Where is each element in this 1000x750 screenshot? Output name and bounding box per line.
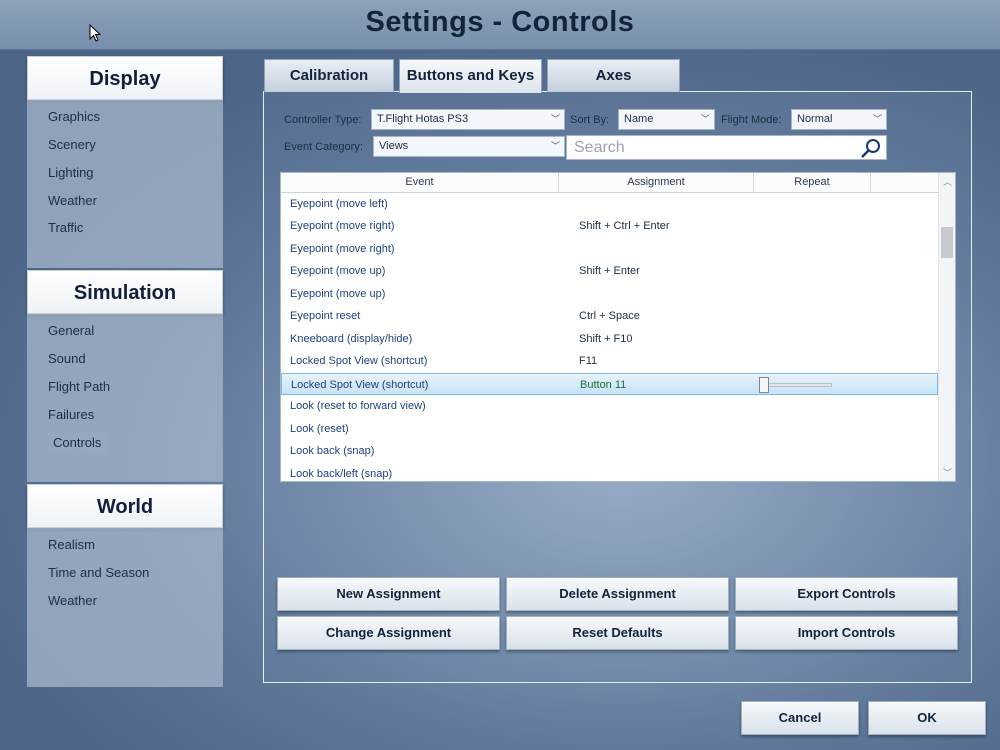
repeat-slider-thumb[interactable] [759,376,769,393]
sort-by-value: Name [624,113,654,125]
assignment-cell: Shift + Enter [579,265,640,277]
assignments-table: Event Assignment Repeat Eyepoint (move l… [280,172,956,482]
assignment-cell: F11 [579,355,598,367]
table-row[interactable]: Eyepoint (move right) Shift + Ctrl + Ente… [281,215,938,238]
export-controls-button[interactable]: Export Controls [735,577,958,611]
sidebar-item-weather-world[interactable]: Weather [48,590,97,612]
sidebar-item-graphics[interactable]: Graphics [48,106,100,128]
tab-axes[interactable]: Axes [547,59,680,92]
sidebar-item-failures[interactable]: Failures [48,404,94,426]
change-assignment-button[interactable]: Change Assignment [277,616,500,650]
controller-type-select[interactable]: T.Flight Hotas PS3 ﹀ [371,109,565,130]
table-row[interactable]: Locked Spot View (shortcut) F11 [281,350,938,373]
table-row-selected[interactable]: Locked Spot View (shortcut) Button 11 [281,372,938,395]
event-cell: Look back (snap) [290,445,375,457]
table-row[interactable]: Look back/left (snap) [281,463,938,482]
delete-assignment-button[interactable]: Delete Assignment [506,577,729,611]
table-row[interactable]: Eyepoint (move right) [281,238,938,261]
sidebar-item-lighting[interactable]: Lighting [48,162,94,184]
event-category-label: Event Category: [284,141,363,153]
chevron-down-icon: ﹀ [550,141,560,151]
assignment-cell: Button 11 [580,378,627,391]
column-header-repeat[interactable]: Repeat [754,176,870,188]
event-cell: Look (reset) [290,422,349,435]
assignment-cell: Shift + Ctrl + Enter [579,220,670,232]
ok-button[interactable]: OK [868,701,986,735]
column-header-event[interactable]: Event [281,176,558,188]
search-placeholder: Search [574,139,625,156]
sort-by-select[interactable]: Name ﹀ [618,109,715,130]
event-category-select[interactable]: Views ﹀ [373,136,565,157]
tab-buttons-and-keys[interactable]: Buttons and Keys [399,59,542,93]
search-icon[interactable] [860,138,882,158]
event-cell: Look (reset to forward view) [290,400,426,412]
sidebar-item-traffic[interactable]: Traffic [48,217,83,239]
sidebar-item-scenery[interactable]: Scenery [48,134,96,156]
sidebar-item-controls[interactable]: Controls [47,432,109,454]
sidebar-item-sound[interactable]: Sound [48,348,86,370]
tab-calibration[interactable]: Calibration [264,59,394,92]
scrollbar-thumb[interactable] [941,227,953,258]
window-title: Settings - Controls [365,6,635,38]
import-controls-button[interactable]: Import Controls [735,616,958,650]
event-cell: Eyepoint (move right) [290,220,395,232]
table-row[interactable]: Look back (snap) [281,440,938,463]
sidebar-panel-display: Graphics Scenery Lighting Weather Traffi… [27,100,223,268]
event-cell: Eyepoint (move up) [290,265,386,277]
sidebar-item-flight-path[interactable]: Flight Path [48,376,110,398]
table-row[interactable]: Kneeboard (display/hide) Shift + F10 [281,328,938,351]
table-header: Event Assignment Repeat [281,173,938,193]
sidebar-panel-simulation: General Sound Flight Path Failures Contr… [27,314,223,482]
controller-type-value: T.Flight Hotas PS3 [377,113,469,125]
event-category-value: Views [379,140,409,152]
column-header-assignment[interactable]: Assignment [559,176,753,188]
sidebar-heading-display[interactable]: Display [27,56,223,100]
event-cell: Eyepoint (move right) [290,242,395,255]
table-row[interactable]: Eyepoint (move up) [281,283,938,306]
mouse-cursor-icon [89,24,101,42]
sidebar-panel-world: Realism Time and Season Weather [27,528,223,687]
table-row[interactable]: Look (reset) [281,418,938,441]
event-cell: Locked Spot View (shortcut) [290,355,428,367]
table-row[interactable]: Look (reset to forward view) [281,395,938,418]
event-cell: Locked Spot View (shortcut) [291,378,429,391]
chevron-down-icon: ﹀ [700,114,710,124]
new-assignment-button[interactable]: New Assignment [277,577,500,611]
vertical-scrollbar[interactable]: ︿ ﹀ [938,173,955,481]
cancel-button[interactable]: Cancel [741,701,859,735]
sort-by-label: Sort By: [570,114,610,126]
column-divider [870,173,871,193]
table-row[interactable]: Eyepoint (move left) [281,193,938,216]
sidebar-item-weather[interactable]: Weather [48,190,97,212]
flight-mode-select[interactable]: Normal ﹀ [791,109,887,130]
assignment-cell: Shift + F10 [579,332,633,345]
event-cell: Eyepoint (move up) [290,287,386,300]
chevron-down-icon: ﹀ [550,114,560,124]
assignment-cell: Ctrl + Space [579,310,640,322]
sidebar-heading-simulation[interactable]: Simulation [27,270,223,314]
scroll-up-icon[interactable]: ︿ [939,175,955,188]
sidebar-heading-world[interactable]: World [27,484,223,528]
event-cell: Kneeboard (display/hide) [290,332,413,345]
table-row[interactable]: Eyepoint (move up) Shift + Enter [281,260,938,283]
chevron-down-icon: ﹀ [872,114,882,124]
sidebar-item-realism[interactable]: Realism [48,534,95,556]
scroll-down-icon[interactable]: ﹀ [939,466,955,479]
sidebar-item-general[interactable]: General [48,320,94,342]
flight-mode-value: Normal [797,113,833,125]
flight-mode-label: Flight Mode: [721,114,782,126]
controller-type-label: Controller Type: [284,114,362,126]
search-input[interactable]: Search [566,135,887,160]
event-cell: Eyepoint reset [290,310,361,322]
sidebar-item-time-and-season[interactable]: Time and Season [48,562,149,584]
table-row[interactable]: Eyepoint reset Ctrl + Space [281,305,938,328]
repeat-slider-track[interactable] [760,382,832,387]
event-cell: Look back/left (snap) [290,467,393,480]
reset-defaults-button[interactable]: Reset Defaults [506,616,729,650]
event-cell: Eyepoint (move left) [290,197,388,210]
